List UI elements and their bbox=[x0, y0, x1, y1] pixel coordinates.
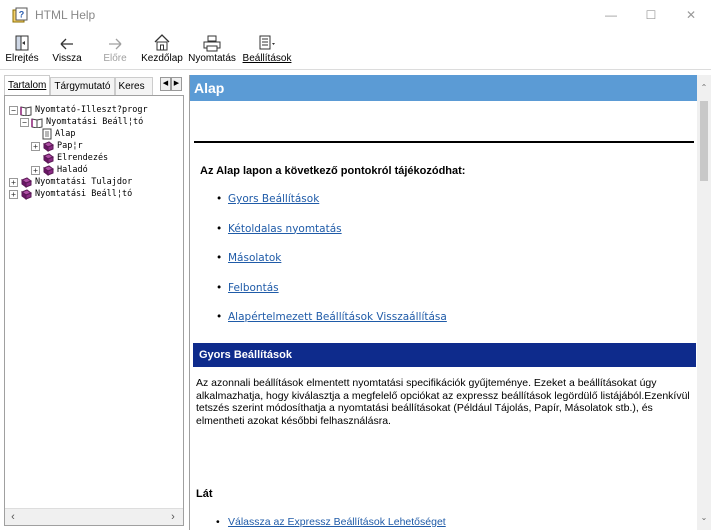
scroll-down-icon: ⌄ bbox=[700, 513, 708, 522]
topic-link-item: • Alapértelmezett Beállítások Visszaállít… bbox=[216, 311, 447, 341]
see-also-heading: Lát bbox=[196, 488, 213, 500]
open-book-icon bbox=[20, 105, 32, 116]
bullet: • bbox=[216, 222, 223, 235]
tree-item-label: Alap bbox=[55, 129, 76, 139]
bullet: • bbox=[216, 311, 223, 323]
topic-link-list: • Gyors Beállítások • Kétoldalas nyomtatás •… bbox=[216, 193, 447, 341]
back-arrow-icon bbox=[58, 30, 76, 52]
closed-book-icon bbox=[42, 164, 54, 176]
expand-icon[interactable]: + bbox=[31, 165, 40, 175]
collapse-icon[interactable]: − bbox=[20, 117, 29, 127]
options-icon bbox=[257, 30, 277, 52]
topic-header: Alap bbox=[190, 75, 698, 101]
collapse-icon[interactable]: − bbox=[9, 105, 18, 115]
tree-item-label: Pap¦r bbox=[57, 141, 83, 151]
topic-link[interactable]: Alapértelmezett Beállítások Visszaállítá… bbox=[228, 311, 447, 323]
help-app-icon: ? bbox=[11, 6, 29, 24]
tree-item[interactable]: + Nyomtatási Tulajdor bbox=[9, 176, 148, 188]
tab-contents[interactable]: Tartalom bbox=[4, 75, 51, 95]
open-book-icon bbox=[31, 117, 43, 128]
options-button[interactable]: Beállítások bbox=[239, 30, 295, 70]
window-title: HTML Help bbox=[35, 8, 96, 22]
forward-arrow-icon bbox=[106, 30, 124, 52]
topic-link[interactable]: Gyors Beállítások bbox=[228, 193, 319, 205]
expand-icon[interactable]: + bbox=[31, 141, 40, 151]
page-icon bbox=[42, 128, 52, 140]
minimize-button[interactable]: — bbox=[591, 0, 631, 30]
topic-link-item: • Kétoldalas nyomtatás bbox=[216, 223, 447, 253]
section-header: Gyors Beállítások bbox=[193, 343, 696, 367]
bullet: • bbox=[216, 281, 223, 294]
topic-link-item: • Gyors Beállítások bbox=[216, 193, 447, 223]
tree-item[interactable]: + Nyomtatási Beáll¦tó bbox=[9, 188, 148, 200]
topic-link[interactable]: Felbontás bbox=[228, 282, 279, 294]
topic-content: Alap Az Alap lapon a következő pontokról… bbox=[189, 75, 711, 530]
closed-book-icon bbox=[42, 140, 54, 152]
vertical-scrollbar[interactable]: ⌃ ⌄ bbox=[697, 75, 711, 530]
tab-scroll-left-icon[interactable]: ◀ bbox=[160, 77, 171, 91]
scroll-up-icon: ⌃ bbox=[697, 75, 711, 101]
maximize-button[interactable]: ☐ bbox=[631, 0, 671, 30]
tree-item[interactable]: + Pap¦r bbox=[9, 140, 148, 152]
hide-button[interactable]: Elrejtés bbox=[3, 30, 41, 70]
navigation-pane: Tartalom Tárgymutató Keres ◀ ▶ − Nyomtató… bbox=[4, 75, 184, 526]
tree-item-label: Elrendezés bbox=[57, 153, 109, 163]
scroll-right-icon: › bbox=[171, 511, 175, 523]
tab-scroll-right-icon[interactable]: ▶ bbox=[171, 77, 182, 91]
svg-text:?: ? bbox=[19, 10, 25, 20]
tab-search[interactable]: Keres bbox=[114, 77, 153, 95]
see-also-item: • Válassza az Expressz Beállítások Lehető… bbox=[216, 516, 446, 528]
forward-button[interactable]: Előre bbox=[95, 30, 135, 70]
tree-item-label: Nyomtatási Beáll¦tó bbox=[46, 117, 144, 127]
closed-book-icon bbox=[20, 176, 32, 188]
hide-pane-icon bbox=[13, 30, 31, 52]
topic-link-item: • Másolatok bbox=[216, 252, 447, 282]
bullet: • bbox=[216, 252, 223, 264]
closed-book-icon bbox=[42, 152, 54, 164]
tab-index[interactable]: Tárgymutató bbox=[50, 77, 115, 95]
tree-item[interactable]: − Nyomtatási Beáll¦tó bbox=[9, 116, 148, 128]
tree-item-label: Haladó bbox=[57, 165, 88, 175]
printer-icon bbox=[202, 30, 222, 52]
tree-item[interactable]: Alap bbox=[9, 128, 148, 140]
scroll-thumb[interactable] bbox=[700, 101, 708, 181]
tree-item[interactable]: − Nyomtató-Illeszt?progr bbox=[9, 104, 148, 116]
tree-item[interactable]: Elrendezés bbox=[9, 152, 148, 164]
title-bar: ? HTML Help — ☐ ✕ bbox=[0, 0, 711, 30]
divider bbox=[194, 141, 694, 143]
section-paragraph: Az azonnali beállítások elmentett nyomta… bbox=[196, 377, 690, 427]
tree-item-label: Nyomtatási Tulajdor bbox=[35, 177, 133, 187]
print-button[interactable]: Nyomtatás bbox=[185, 30, 239, 70]
toolbar: Elrejtés Vissza Előre Kezdőlap Nyomtatás… bbox=[0, 30, 711, 70]
expand-icon[interactable]: + bbox=[9, 177, 18, 187]
bullet: • bbox=[216, 193, 223, 205]
home-button[interactable]: Kezdőlap bbox=[139, 30, 185, 70]
back-button[interactable]: Vissza bbox=[45, 30, 89, 70]
closed-book-icon bbox=[20, 188, 32, 200]
topic-link[interactable]: Másolatok bbox=[228, 252, 281, 264]
see-also-link[interactable]: Válassza az Expressz Beállítások Lehetős… bbox=[228, 516, 446, 528]
topic-link[interactable]: Kétoldalas nyomtatás bbox=[228, 223, 342, 235]
tree-item-label: Nyomtatási Beáll¦tó bbox=[35, 189, 133, 199]
tree-item[interactable]: + Haladó bbox=[9, 164, 148, 176]
close-button[interactable]: ✕ bbox=[671, 0, 711, 30]
tree-item-label: Nyomtató-Illeszt?progr bbox=[35, 105, 148, 115]
expand-icon[interactable]: + bbox=[9, 189, 18, 199]
topic-link-item: • Felbontás bbox=[216, 282, 447, 312]
intro-text: Az Alap lapon a következő pontokról tájé… bbox=[200, 165, 466, 177]
horizontal-scrollbar[interactable]: ‹ › bbox=[5, 508, 183, 525]
scroll-left-icon: ‹ bbox=[11, 511, 15, 523]
home-icon bbox=[152, 30, 172, 52]
contents-tree: − Nyomtató-Illeszt?progr − Nyomtatási Beáll… bbox=[4, 95, 184, 526]
